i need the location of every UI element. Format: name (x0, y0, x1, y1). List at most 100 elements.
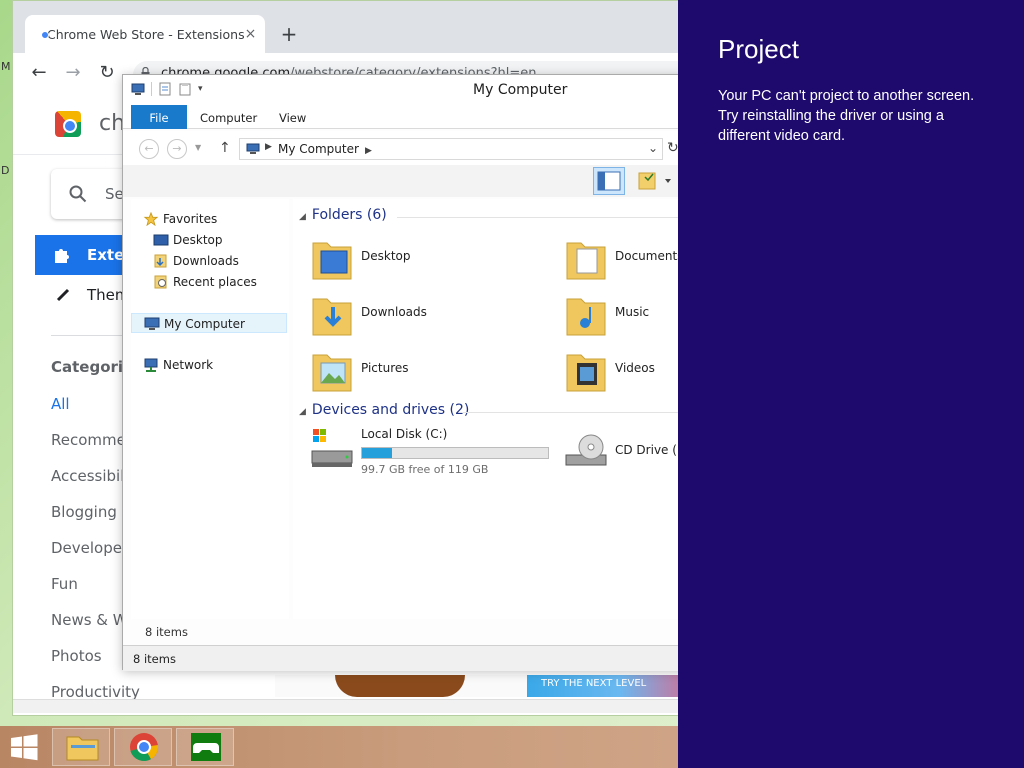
puzzle-piece-icon (55, 249, 69, 263)
refresh-icon[interactable]: ↻ (667, 140, 679, 156)
category-link[interactable]: Blogging (51, 503, 117, 521)
paintbrush-icon (56, 288, 70, 302)
nav-network-label: Network (163, 358, 214, 372)
horizontal-scrollbar[interactable] (13, 699, 711, 713)
folders-group-header[interactable]: ◢ Folders (6) (299, 207, 387, 223)
navigation-pane: Favorites Desktop Downloads Recent place… (131, 199, 289, 619)
qat-separator (151, 82, 152, 96)
new-folder-icon[interactable] (178, 82, 192, 96)
nav-my-computer-label: My Computer (164, 317, 245, 331)
back-button[interactable]: ← (29, 62, 49, 83)
downloads-folder-icon (312, 298, 352, 336)
status-bar: 8 items (123, 645, 721, 671)
breadcrumb-my-computer[interactable]: My Computer (278, 142, 359, 156)
devices-group-title: Devices and drives (2) (311, 402, 470, 418)
forward-button[interactable]: → (167, 139, 187, 159)
taskbar (0, 726, 678, 768)
file-explorer-icon (66, 736, 99, 761)
documents-folder-icon (566, 242, 606, 280)
tab-strip: Chrome Web Store - Extensions × + (13, 1, 711, 53)
nav-network[interactable]: Network (131, 355, 287, 375)
category-link[interactable]: Fun (51, 575, 78, 593)
webstore-logo-icon[interactable] (55, 111, 81, 137)
properties-icon[interactable] (158, 82, 172, 96)
group-divider (397, 217, 723, 218)
reload-button[interactable]: ↻ (97, 62, 117, 83)
promo-banner-text: TRY THE NEXT LEVEL (541, 678, 647, 689)
category-link[interactable]: Photos (51, 647, 102, 665)
tab-file[interactable]: File (131, 105, 187, 129)
close-tab-icon[interactable]: × (245, 26, 257, 42)
back-button[interactable]: ← (139, 139, 159, 159)
videos-folder-icon (566, 354, 606, 392)
chevron-right-icon[interactable]: ▶ (265, 142, 272, 152)
item-count: 8 items (145, 625, 188, 639)
folders-group-title: Folders (6) (311, 207, 387, 223)
address-breadcrumb[interactable]: ▶ My Computer ▶ ⌄ (239, 138, 663, 160)
computer-icon (131, 83, 145, 95)
status-item-count: 8 items (133, 652, 176, 666)
taskbar-game-app[interactable] (176, 728, 234, 766)
category-link[interactable]: All (51, 395, 70, 413)
network-icon (144, 358, 158, 372)
fox-illustration (335, 675, 465, 697)
folder-label: Desktop (361, 249, 411, 263)
tab-view[interactable]: View (279, 105, 306, 129)
explorer-titlebar: ▾ My Computer (123, 75, 721, 105)
desktop-icon-label-fragment: M (1, 60, 11, 73)
tab-title: Chrome Web Store - Extensions (47, 26, 245, 42)
desktop-icon (153, 234, 169, 246)
folder-desktop[interactable]: Desktop (309, 233, 559, 283)
preview-pane-button[interactable] (593, 167, 625, 195)
up-arrow-icon[interactable]: ↑ (219, 140, 231, 156)
forward-button[interactable]: → (63, 62, 83, 83)
taskbar-chrome[interactable] (114, 728, 172, 766)
drive-local-c[interactable]: Local Disk (C:) 99.7 GB free of 119 GB (309, 427, 559, 477)
nav-downloads[interactable]: Downloads (131, 251, 287, 271)
address-row: ← → ▼ ↑ ▶ My Computer ▶ ⌄ ↻ (123, 131, 721, 165)
nav-downloads-label: Downloads (173, 254, 239, 268)
chevron-down-icon[interactable]: ⌄ (648, 141, 658, 155)
folder-pictures[interactable]: Pictures (309, 345, 559, 395)
collapse-triangle-icon[interactable]: ◢ (299, 407, 306, 417)
recent-locations-icon[interactable]: ▼ (195, 143, 201, 152)
nav-favorites-label: Favorites (163, 212, 218, 226)
nav-recent-places[interactable]: Recent places (131, 272, 287, 292)
taskbar-explorer[interactable] (52, 728, 110, 766)
pane-layout-icon (597, 171, 621, 191)
windows-logo-icon (11, 734, 38, 761)
project-charm-panel: Project Your PC can't project to another… (678, 0, 1024, 768)
nav-favorites[interactable]: Favorites (131, 209, 287, 229)
downloads-folder-icon (154, 254, 167, 268)
cd-drive-icon (565, 434, 607, 466)
explorer-window: ▾ My Computer File Computer View ← → ▼ ↑… (122, 74, 723, 671)
hard-drive-icon (311, 429, 353, 467)
tab-computer[interactable]: Computer (200, 105, 257, 129)
qat-dropdown-icon[interactable]: ▾ (198, 84, 203, 94)
new-tab-button[interactable]: + (279, 23, 299, 47)
promo-banner-fox[interactable] (275, 675, 535, 697)
desktop-folder-icon (312, 242, 352, 280)
folder-downloads[interactable]: Downloads (309, 289, 559, 339)
quick-access-toolbar: ▾ (131, 82, 203, 96)
nav-my-computer[interactable]: My Computer (131, 313, 287, 333)
collapse-triangle-icon[interactable]: ◢ (299, 212, 306, 222)
chrome-icon (130, 733, 159, 762)
browser-tab[interactable]: Chrome Web Store - Extensions × (25, 15, 265, 53)
chevron-right-icon[interactable]: ▶ (365, 146, 372, 156)
computer-icon (144, 317, 160, 330)
change-view-button[interactable] (635, 169, 675, 193)
music-folder-icon (566, 298, 606, 336)
gamepad-icon (191, 733, 221, 761)
nav-recent-places-label: Recent places (173, 275, 257, 289)
folder-label: Pictures (361, 361, 409, 375)
start-button[interactable] (0, 726, 48, 768)
ribbon-tabs: File Computer View (123, 105, 721, 129)
devices-group-header[interactable]: ◢ Devices and drives (2) (299, 402, 469, 418)
nav-desktop[interactable]: Desktop (131, 230, 287, 250)
search-placeholder: Se (105, 185, 124, 203)
window-title: My Computer (473, 82, 568, 98)
desktop-icon-label-fragment: D (1, 164, 10, 177)
folder-label: Music (615, 305, 650, 319)
drive-free-space: 99.7 GB free of 119 GB (361, 463, 489, 476)
